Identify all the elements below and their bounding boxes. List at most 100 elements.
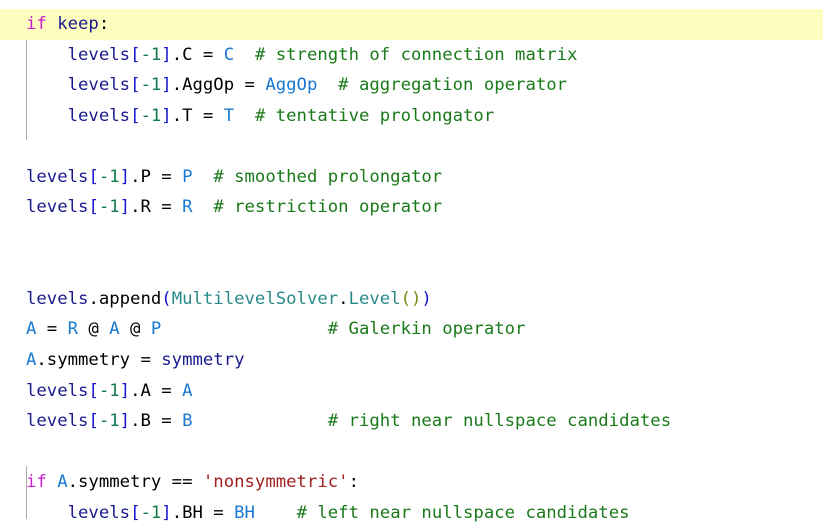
code-line[interactable]: levels[-1].R = R # restriction operator <box>0 192 823 223</box>
code-line[interactable]: levels[-1].P = P # smoothed prolongator <box>0 162 823 193</box>
code-line[interactable]: levels.append(MultilevelSolver.Level()) <box>0 284 823 315</box>
code-token-name: levels <box>67 75 131 96</box>
code-editor-viewport[interactable]: if keep: levels[-1].C = C # strength of … <box>0 0 823 523</box>
code-token-name: keep <box>57 14 99 34</box>
code-token-comment: # left near nullspace candidates <box>296 502 630 523</box>
code-token-plain: .R = <box>130 197 183 218</box>
code-token-comment: # restriction operator <box>213 197 443 218</box>
code-token-var: A <box>57 472 68 493</box>
code-token-num: -1 <box>98 166 120 187</box>
code-line[interactable] <box>0 437 823 468</box>
code-token-var: P <box>182 166 193 187</box>
code-token-name: levels <box>26 166 89 187</box>
code-token-bracket1: [ <box>130 105 141 126</box>
code-token-plain: @ <box>119 319 151 340</box>
code-token-plain: .append <box>88 288 162 309</box>
code-token-num: -1 <box>140 75 162 96</box>
code-token-bracket1: ] <box>161 75 172 96</box>
code-token-plain: .P = <box>130 166 183 187</box>
code-token-bracket1: ] <box>161 44 172 65</box>
code-token-num: -1 <box>98 411 120 432</box>
code-token-bracket1: ( <box>161 288 172 309</box>
code-token-num: -1 <box>98 380 120 401</box>
code-token-name: levels <box>67 44 131 65</box>
code-token-bracket1: ] <box>119 197 131 218</box>
code-token-cls: Level <box>348 288 401 309</box>
code-line[interactable] <box>0 131 823 162</box>
code-token-str: 'nonsymmetric' <box>202 472 349 493</box>
code-token-var: T <box>223 105 235 126</box>
code-line[interactable]: levels[-1].A = A <box>0 376 823 407</box>
code-token-plain: : <box>98 14 110 34</box>
code-line[interactable]: levels[-1].C = C # strength of connectio… <box>0 40 823 71</box>
code-line[interactable]: levels[-1].T = T # tentative prolongator <box>0 101 823 132</box>
code-token-bracket1: [ <box>130 44 141 65</box>
code-token-name: levels <box>67 502 131 523</box>
code-token-var: R <box>67 319 79 340</box>
code-token-var: A <box>182 380 193 401</box>
code-line[interactable]: levels[-1].B = B # right near nullspace … <box>0 406 823 437</box>
code-token-name: levels <box>26 380 89 401</box>
code-token-kw: if <box>26 14 47 34</box>
code-token-bracket1: ] <box>119 411 131 432</box>
code-line[interactable]: levels[-1].BH = BH # left near nullspace… <box>0 498 823 528</box>
code-line[interactable] <box>0 253 823 284</box>
code-line[interactable]: if keep: <box>0 9 823 40</box>
code-line[interactable]: A = R @ A @ P # Galerkin operator <box>0 314 823 345</box>
code-token-plain: . <box>338 288 349 309</box>
code-token-num: -1 <box>140 105 162 126</box>
code-token-name: levels <box>26 288 89 309</box>
code-token-plain: .AggOp = <box>171 75 266 96</box>
code-token-name: levels <box>26 197 89 218</box>
code-token-plain: .symmetry == <box>67 472 203 493</box>
code-token-comment: # Galerkin operator <box>327 319 526 340</box>
code-line[interactable]: if A.symmetry == 'nonsymmetric': <box>0 467 823 498</box>
code-token-bracket1: ] <box>161 502 172 523</box>
code-token-bracket1: [ <box>130 502 141 523</box>
code-token-name: levels <box>26 411 89 432</box>
code-line[interactable]: levels[-1].AggOp = AggOp # aggregation o… <box>0 70 823 101</box>
code-token-bracket1: [ <box>88 380 99 401</box>
code-token-var: AggOp <box>265 75 318 96</box>
code-token-var: R <box>182 197 193 218</box>
code-token-cls: MultilevelSolver <box>171 288 339 309</box>
code-token-comment: # strength of connection matrix <box>254 44 578 65</box>
code-line[interactable] <box>0 223 823 254</box>
code-token-plain: .symmetry = <box>36 350 162 371</box>
code-token-plain: .BH = <box>171 502 235 523</box>
code-token-plain: .T = <box>171 105 224 126</box>
code-token-bracket1: ] <box>161 105 172 126</box>
code-token-num: -1 <box>140 502 162 523</box>
code-token-plain: .A = <box>130 380 183 401</box>
code-token-comment: # tentative prolongator <box>254 105 495 126</box>
code-token-comment: # right near nullspace candidates <box>327 411 672 432</box>
code-token-bracket1: ) <box>421 288 432 309</box>
code-token-plain: = <box>36 319 68 340</box>
code-token-var: C <box>223 44 235 65</box>
code-line[interactable]: A.symmetry = symmetry <box>0 345 823 376</box>
code-token-plain: @ <box>78 319 110 340</box>
code-token-bracket1: ] <box>119 380 131 401</box>
code-token-kw: if <box>26 472 58 493</box>
code-token-var: BH <box>234 502 255 523</box>
code-token-bracket1: [ <box>130 75 141 96</box>
code-token-var: A <box>26 319 37 340</box>
code-token-var: P <box>150 319 162 340</box>
code-token-num: -1 <box>98 197 120 218</box>
code-token-bracket1: [ <box>88 411 99 432</box>
code-token-bracket2: ) <box>411 288 422 309</box>
code-token-plain: .C = <box>171 44 224 65</box>
code-lines: if keep: levels[-1].C = C # strength of … <box>0 9 823 528</box>
code-token-var: A <box>109 319 120 340</box>
code-token-comment: # smoothed prolongator <box>213 166 443 187</box>
